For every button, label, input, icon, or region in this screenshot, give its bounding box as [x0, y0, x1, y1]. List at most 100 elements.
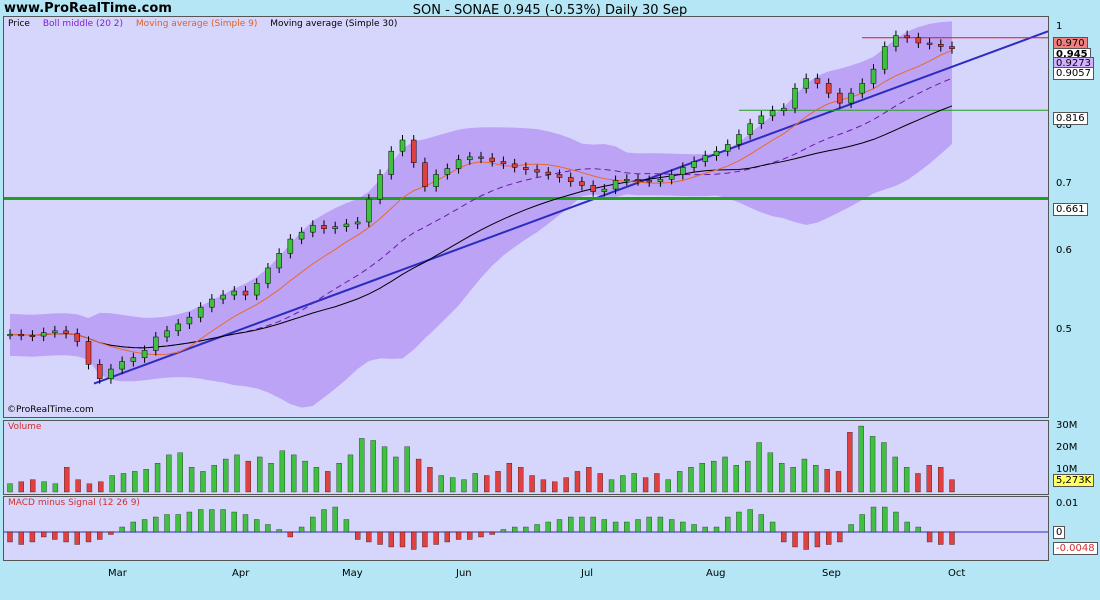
candle	[915, 37, 922, 44]
volume-bar	[711, 460, 717, 493]
macd-bar	[220, 509, 226, 533]
volume-bar	[18, 481, 24, 493]
candle	[298, 231, 305, 240]
price-panel[interactable]: Price Boll middle (20 2) Moving average …	[3, 16, 1049, 418]
volume-bar	[86, 483, 93, 493]
candle	[825, 83, 832, 94]
volume-bar	[506, 463, 513, 493]
macd-bar	[612, 521, 619, 533]
month-oct: Oct	[948, 568, 966, 579]
candle	[702, 155, 709, 162]
macd-bar	[511, 526, 518, 533]
candle	[63, 330, 69, 334]
macd-label: MACD minus Signal (12 26 9)	[8, 498, 140, 508]
candle	[85, 341, 92, 365]
macd-bar	[231, 511, 237, 533]
candle	[422, 162, 428, 187]
volume-bar	[779, 463, 785, 493]
volume-bar	[699, 463, 705, 493]
volume-badge: 5,273K	[1053, 474, 1095, 487]
candle	[119, 361, 125, 370]
macd-bar	[825, 531, 832, 545]
macd-bar	[433, 531, 439, 545]
candle	[870, 68, 877, 84]
volume-bar	[529, 475, 535, 493]
macd-bar	[534, 524, 540, 533]
candle	[7, 334, 13, 337]
volume-bar	[722, 456, 728, 493]
volume-bar	[540, 479, 547, 493]
macd-bar	[949, 531, 955, 545]
candle	[410, 139, 417, 163]
volume-bar	[563, 477, 569, 493]
volume-bar	[381, 446, 388, 493]
candle	[276, 253, 282, 269]
macd-bar	[242, 514, 249, 533]
macd-panel[interactable]: MACD minus Signal (12 26 9)	[3, 496, 1049, 561]
macd-bar	[814, 531, 821, 548]
volume-bar	[177, 452, 183, 493]
macd-bar	[624, 521, 630, 533]
volume-bar	[245, 460, 251, 493]
macd-bar	[175, 514, 181, 533]
macd-bar	[758, 514, 765, 533]
candle	[209, 298, 215, 308]
price-tick-07: 0.7	[1056, 178, 1072, 189]
macd-bar	[52, 531, 58, 540]
volume-bar	[222, 458, 229, 493]
volume-bar	[586, 467, 592, 493]
volume-bar	[835, 471, 842, 493]
volume-bar	[869, 436, 876, 493]
volume-bar	[347, 454, 354, 493]
candle	[500, 161, 507, 165]
candle	[781, 107, 787, 111]
macd-tick-0: 0	[1053, 526, 1066, 539]
candle	[534, 169, 540, 173]
macd-bar	[321, 509, 327, 533]
volume-bar	[154, 463, 161, 493]
candle	[96, 364, 103, 379]
macd-bar	[388, 531, 394, 548]
macd-bar	[803, 531, 809, 550]
macd-bar	[354, 531, 361, 540]
macd-bar	[725, 516, 731, 533]
macd-bar	[97, 531, 103, 540]
macd-bar	[130, 521, 137, 533]
candle	[724, 144, 731, 152]
macd-bar	[63, 531, 69, 543]
volume-bar	[801, 458, 808, 493]
macd-bar	[736, 511, 742, 533]
macd-bar	[85, 531, 92, 543]
volume-bar	[336, 463, 342, 493]
macd-bar	[702, 526, 708, 533]
candle	[837, 92, 843, 104]
macd-bar	[556, 519, 563, 533]
macd-bar	[859, 514, 865, 533]
macd-bar	[691, 524, 697, 533]
candle	[556, 174, 563, 178]
macd-bar	[568, 516, 574, 533]
volume-bar	[30, 479, 36, 493]
volume-panel[interactable]: Volume	[3, 420, 1049, 495]
volume-bar	[370, 440, 376, 493]
macd-bar	[590, 516, 596, 533]
candle	[668, 174, 675, 180]
macd-bar	[523, 526, 529, 533]
macd-bar	[926, 531, 933, 543]
candle	[511, 163, 518, 168]
legend-price: Price	[8, 19, 30, 29]
candle	[399, 139, 406, 152]
vol-tick-30m: 30M	[1056, 420, 1078, 431]
volume-bar	[415, 458, 422, 493]
macd-bar	[399, 531, 406, 548]
macd-bar	[893, 511, 899, 533]
candle	[332, 226, 338, 229]
volume-bar	[597, 473, 603, 493]
candle	[590, 185, 596, 192]
macd-bar	[657, 516, 664, 533]
macd-bar	[209, 509, 215, 533]
candle	[186, 316, 193, 325]
volume-bar	[291, 454, 297, 493]
macd-bar	[377, 531, 383, 545]
volume-bar	[665, 479, 671, 493]
